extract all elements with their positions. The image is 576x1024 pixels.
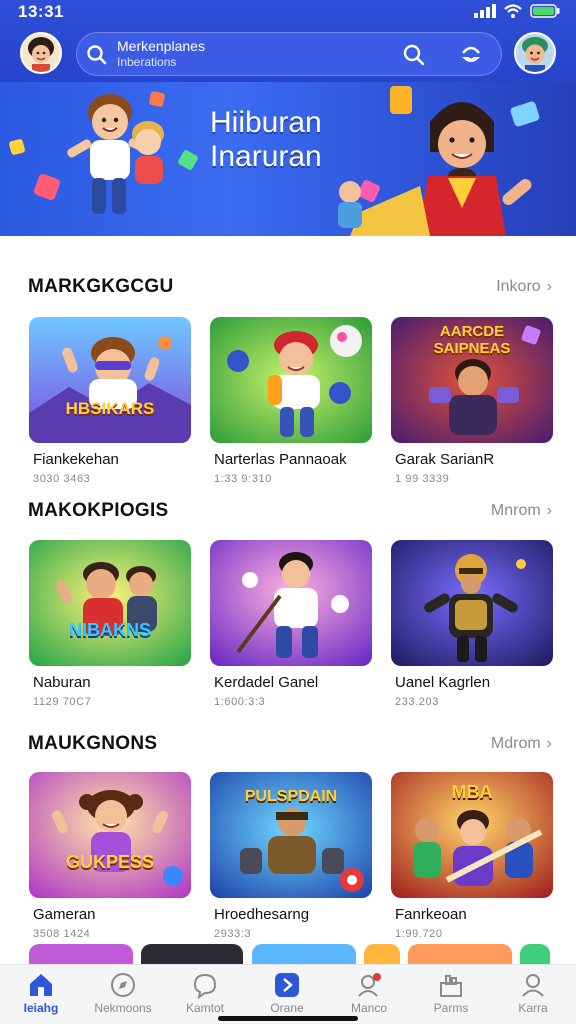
- search-icon: [87, 45, 107, 65]
- game-meta: 1129 70C7: [33, 696, 92, 708]
- battery-icon: [530, 4, 560, 18]
- game-name: Kerdadel Ganel: [214, 674, 319, 691]
- search-input[interactable]: Merkenplanes: [117, 39, 205, 53]
- controller-icon[interactable]: [457, 41, 485, 69]
- nav-item-profile[interactable]: Karra: [492, 965, 574, 1024]
- game-name: Gameran: [33, 906, 96, 923]
- nav-label: Kamtot: [185, 1001, 224, 1015]
- nav-label: Orane: [270, 1001, 304, 1015]
- nav-label: Manco: [350, 1001, 388, 1015]
- search-button-icon[interactable]: [401, 42, 427, 68]
- nav-item-discover[interactable]: Nekmoons: [82, 965, 164, 1024]
- see-more-label: Inkoro: [496, 278, 541, 295]
- see-more-link[interactable]: Mdrom ›: [491, 735, 552, 753]
- banner-title-line2: Inaruran: [210, 140, 322, 173]
- signal-icon: [474, 4, 496, 18]
- game-name: Hroedhesarng: [214, 906, 310, 923]
- game-meta: 3030 3463: [33, 473, 91, 485]
- game-thumbnail[interactable]: [210, 540, 372, 666]
- profile-icon: [522, 974, 544, 997]
- chevron-right-icon: ›: [546, 278, 552, 295]
- game-thumbnail[interactable]: GUKPESS: [29, 772, 191, 898]
- game-name: Naburan: [33, 674, 91, 691]
- see-more-link[interactable]: Inkoro ›: [496, 278, 552, 296]
- see-more-link[interactable]: Mnrom ›: [491, 502, 552, 520]
- banner-title: Hiiburan Inaruran: [210, 106, 322, 174]
- search-bar[interactable]: Merkenplanes Inberations: [76, 32, 502, 76]
- status-bar: 13:31: [0, 0, 576, 26]
- game-art-title: PULSPDAIN: [244, 788, 338, 805]
- chevron-right-icon: ›: [546, 502, 552, 519]
- home-icon: [30, 974, 52, 996]
- section-title: MAKOKPIOGIS: [28, 500, 169, 521]
- status-icons: [474, 4, 560, 18]
- section-title: MARKGKGCGU: [28, 276, 174, 297]
- compass-icon: [111, 973, 135, 997]
- chevron-right-icon: ›: [546, 735, 552, 752]
- app-header: 13:31 Merkenplanes Inberations: [0, 0, 576, 86]
- section-title: MAUKGNONS: [28, 733, 158, 754]
- see-more-label: Mnrom: [490, 502, 541, 519]
- game-thumbnail[interactable]: [391, 540, 553, 666]
- game-thumbnail[interactable]: HBSIKARS: [29, 317, 191, 443]
- section-header: MARKGKGCGU Inkoro ›: [28, 276, 552, 300]
- home-indicator: [218, 1016, 358, 1021]
- wifi-icon: [504, 4, 522, 18]
- notification-icon: [358, 973, 381, 997]
- nav-label: Karra: [518, 1001, 548, 1015]
- nav-label: Nekmoons: [94, 1001, 152, 1015]
- game-art-title: AARCDE SAIPNEAS: [433, 323, 511, 357]
- see-more-label: Mdrom: [490, 735, 541, 752]
- search-placeholder: Inberations: [117, 55, 177, 69]
- game-thumbnail[interactable]: PULSPDAIN: [210, 772, 372, 898]
- game-thumbnail[interactable]: AARCDE SAIPNEAS: [391, 317, 553, 443]
- game-name: Fanrkeoan: [395, 906, 467, 923]
- nav-label: Ieiahg: [23, 1001, 59, 1015]
- game-art-title: HBSIKARS: [65, 399, 155, 418]
- game-name: Uanel Kagrlen: [395, 674, 491, 691]
- game-meta: 3508 1424: [33, 928, 91, 940]
- banner-title-line1: Hiiburan: [210, 106, 322, 139]
- game-name: Garak SarianR: [395, 451, 495, 468]
- status-time: 13:31: [18, 2, 64, 21]
- game-meta: 1 99 3339: [395, 473, 450, 485]
- game-art-title: GUKPESS: [65, 852, 155, 872]
- game-art-title: NIBAKNS: [68, 620, 151, 640]
- play-icon: [275, 973, 299, 997]
- featured-banner[interactable]: Hiiburan Inaruran: [0, 82, 576, 236]
- game-thumbnail[interactable]: NIBAKNS: [29, 540, 191, 666]
- nav-item-home[interactable]: Ieiahg: [0, 965, 82, 1024]
- section-header: MAUKGNONS Mdrom ›: [28, 733, 552, 757]
- chat-icon: [193, 973, 217, 999]
- library-icon: [440, 975, 462, 997]
- game-meta: 1:33 9:310: [214, 473, 272, 485]
- game-name: Narterlas Pannaoak: [214, 451, 347, 468]
- game-meta: 2933:3: [214, 928, 252, 940]
- game-thumbnail[interactable]: [210, 317, 372, 443]
- nav-item-library[interactable]: Parms: [410, 965, 492, 1024]
- game-meta: 1:600:3:3: [214, 696, 266, 708]
- nav-label: Parms: [433, 1001, 469, 1015]
- game-art-title: MBA: [451, 782, 493, 802]
- game-meta: 1:99.720: [395, 928, 443, 940]
- game-meta: 233.203: [395, 696, 439, 708]
- user-avatar[interactable]: [20, 32, 62, 74]
- bottom-nav: Ieiahg Nekmoons Kamtot Orane Manco Parms…: [0, 964, 576, 1024]
- friend-avatar[interactable]: [514, 32, 556, 74]
- game-thumbnail[interactable]: MBA: [391, 772, 553, 898]
- section-header: MAKOKPIOGIS Mnrom ›: [28, 500, 552, 524]
- game-name: Fiankekehan: [33, 451, 119, 468]
